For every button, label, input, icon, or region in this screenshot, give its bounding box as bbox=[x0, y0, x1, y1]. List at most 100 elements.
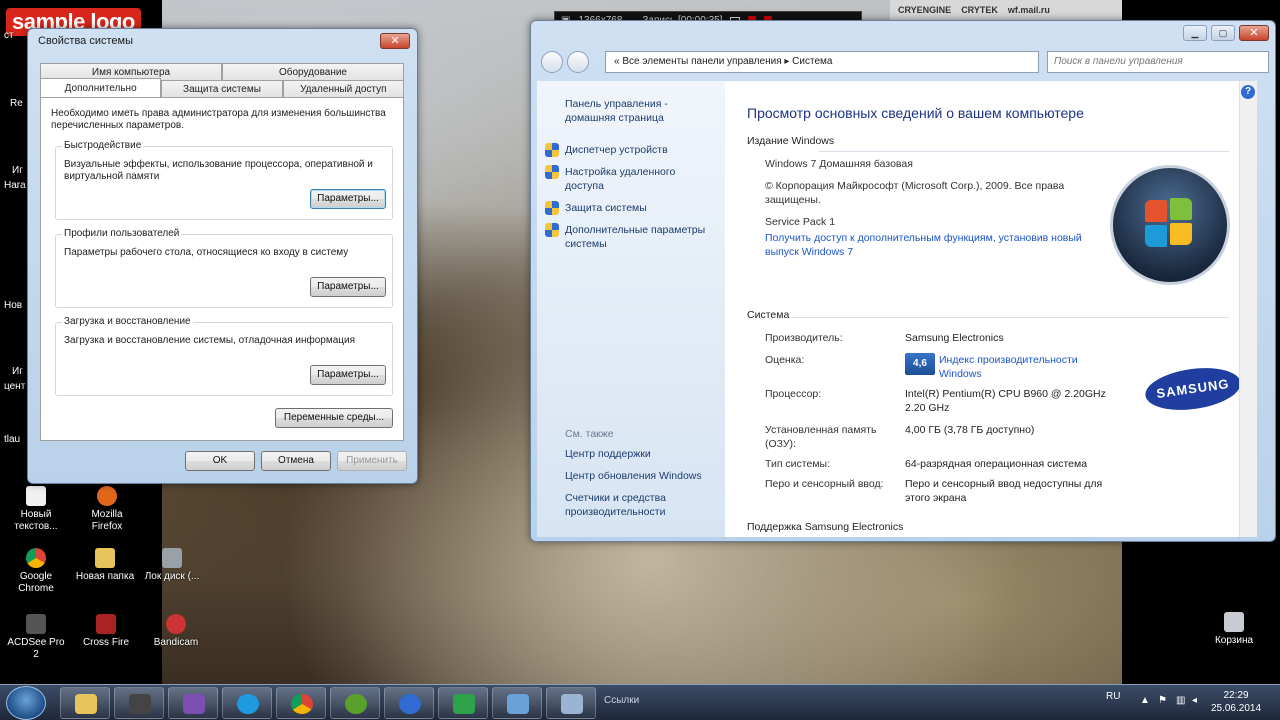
user-profiles-group: Профили пользователей Параметры рабочего… bbox=[55, 228, 393, 308]
desktop-icon-label: Лок диск (... bbox=[144, 571, 200, 582]
desktop-icon-label: Корзина bbox=[1214, 635, 1254, 646]
links-toolbar[interactable]: Ссылки bbox=[604, 695, 639, 706]
address-bar[interactable]: « Все элементы панели управления ▸ Систе… bbox=[605, 51, 1039, 73]
upgrade-link[interactable]: Получить доступ к дополнительным функция… bbox=[765, 231, 1085, 259]
back-button[interactable] bbox=[541, 51, 563, 73]
cancel-button[interactable]: Отмена bbox=[261, 451, 331, 471]
system-info-content: Просмотр основных сведений о вашем компь… bbox=[725, 81, 1257, 537]
logo-flag-red bbox=[1145, 200, 1167, 222]
help-icon[interactable]: ? bbox=[1241, 85, 1255, 99]
tab-system-protection[interactable]: Защита системы bbox=[161, 80, 283, 97]
taskbar-app[interactable] bbox=[330, 687, 380, 719]
chrome-icon bbox=[291, 694, 313, 714]
taskbar-app[interactable] bbox=[114, 687, 164, 719]
desktop-icon-label: Mozilla Firefox bbox=[91, 509, 123, 532]
tab-remote[interactable]: Удаленный доступ bbox=[282, 80, 404, 97]
performance-settings-button[interactable]: Параметры... bbox=[310, 189, 386, 209]
action-center-link[interactable]: Центр поддержки bbox=[565, 447, 725, 461]
desktop-icon-label: Bandicam bbox=[153, 637, 199, 648]
clock-date: 25.06.2014 bbox=[1210, 703, 1262, 714]
adobe-icon bbox=[453, 694, 475, 714]
close-icon[interactable]: ✕ bbox=[380, 33, 410, 49]
taskbar-app[interactable] bbox=[222, 687, 272, 719]
ram-value: 4,00 ГБ (3,78 ГБ доступно) bbox=[905, 424, 1035, 436]
taskbar-app[interactable] bbox=[276, 687, 326, 719]
desktop-text: цент bbox=[4, 381, 26, 392]
desktop-text: Иг bbox=[12, 366, 23, 377]
ok-button[interactable]: OK bbox=[185, 451, 255, 471]
firefox-icon bbox=[97, 486, 117, 506]
environment-variables-button[interactable]: Переменные среды... bbox=[275, 408, 393, 428]
desktop-icon-crossfire[interactable]: Cross Fire bbox=[74, 614, 138, 649]
left-task-pane: Панель управления - домашняя страница Ди… bbox=[537, 81, 725, 537]
performance-tools-link[interactable]: Счетчики и средства производительности bbox=[565, 491, 695, 519]
taskbar-app[interactable] bbox=[168, 687, 218, 719]
tab-hardware[interactable]: Оборудование bbox=[222, 63, 404, 80]
cryengine-text: CRYENGINE bbox=[898, 5, 952, 15]
user-profiles-settings-button[interactable]: Параметры... bbox=[310, 277, 386, 297]
tab-advanced[interactable]: Дополнительно bbox=[40, 78, 162, 97]
performance-score-badge[interactable]: 4,6 bbox=[905, 353, 935, 375]
desktop-icon-chrome[interactable]: Google Chrome bbox=[4, 548, 68, 595]
startup-recovery-settings-button[interactable]: Параметры... bbox=[310, 365, 386, 385]
maximize-icon[interactable]: ▢ bbox=[1211, 25, 1235, 41]
logo-flag-blue bbox=[1145, 225, 1167, 247]
crossfire-icon bbox=[96, 614, 116, 634]
minimize-icon[interactable]: ▁ bbox=[1183, 25, 1207, 41]
windows-logo bbox=[1110, 165, 1230, 285]
device-manager-link[interactable]: Диспетчер устройств bbox=[565, 143, 725, 157]
support-section-title: Поддержка Samsung Electronics bbox=[747, 521, 904, 533]
taskbar-app[interactable] bbox=[384, 687, 434, 719]
dialog-title: Свойства системы bbox=[38, 35, 134, 47]
desktop-icon-recycle-bin[interactable]: Корзина bbox=[1202, 612, 1266, 647]
samsung-logo: SAMSUNG bbox=[1142, 362, 1244, 416]
desktop-icon-acdsee[interactable]: ACDSee Pro 2 bbox=[4, 614, 68, 661]
page-title: Просмотр основных сведений о вашем компь… bbox=[747, 105, 1084, 121]
advanced-settings-link[interactable]: Дополнительные параметры системы bbox=[565, 223, 725, 251]
shield-icon bbox=[545, 223, 559, 237]
system-protection-link[interactable]: Защита системы bbox=[565, 201, 725, 215]
taskbar-app[interactable] bbox=[438, 687, 488, 719]
tabs-bottom-row: Дополнительно Защита системы Удаленный д… bbox=[40, 78, 404, 97]
control-panel-home-link[interactable]: Панель управления - домашняя страница bbox=[565, 97, 695, 125]
forward-button[interactable] bbox=[567, 51, 589, 73]
desktop-text: Иг bbox=[12, 165, 23, 176]
taskbar-app[interactable] bbox=[492, 687, 542, 719]
search-input[interactable]: Поиск в панели управления bbox=[1047, 51, 1269, 73]
crytek-text: CRYTEK bbox=[961, 5, 998, 15]
tray-arrow-icon[interactable]: ▲ bbox=[1140, 695, 1150, 706]
desktop-text: tlau bbox=[4, 434, 21, 445]
start-button[interactable] bbox=[6, 686, 46, 720]
manufacturer-label: Производитель: bbox=[765, 332, 843, 344]
volume-icon[interactable]: ◂ bbox=[1192, 695, 1197, 706]
vertical-scrollbar[interactable] bbox=[1239, 81, 1257, 537]
desktop-icon-local-disk[interactable]: Лок диск (... bbox=[140, 548, 204, 583]
desktop-icon-label: ACDSee Pro 2 bbox=[7, 637, 65, 660]
copyright-text: © Корпорация Майкрософт (Microsoft Corp.… bbox=[765, 180, 1065, 206]
performance-index-link[interactable]: Индекс производительности Windows bbox=[939, 353, 1109, 381]
windows-edition: Windows 7 Домашняя базовая bbox=[765, 158, 913, 170]
desktop-icon-firefox[interactable]: Mozilla Firefox bbox=[75, 486, 139, 533]
logo-flag-green bbox=[1170, 198, 1192, 220]
language-indicator[interactable]: RU bbox=[1106, 691, 1120, 702]
desktop-icon-bandicam[interactable]: Bandicam bbox=[144, 614, 208, 649]
close-icon[interactable]: ✕ bbox=[1239, 25, 1269, 41]
processor-label: Процессор: bbox=[765, 388, 822, 400]
apply-button[interactable]: Применить bbox=[337, 451, 407, 471]
desktop-text: Hara bbox=[4, 180, 26, 191]
shield-icon bbox=[545, 143, 559, 157]
remote-settings-link[interactable]: Настройка удаленного доступа bbox=[565, 165, 705, 193]
windows-update-link[interactable]: Центр обновления Windows bbox=[565, 469, 725, 483]
system-properties-dialog: Свойства системы ✕ Имя компьютера Оборуд… bbox=[27, 28, 418, 484]
clock[interactable]: 22:29 25.06.2014 bbox=[1206, 689, 1266, 715]
desktop-icon-new-folder[interactable]: Новая папка bbox=[73, 548, 137, 583]
shield-icon bbox=[545, 165, 559, 179]
taskbar-app[interactable] bbox=[546, 687, 596, 719]
flag-icon[interactable]: ⚑ bbox=[1158, 695, 1167, 706]
desktop-icon-label: Новый текстов... bbox=[14, 509, 58, 532]
desktop-icon-new-text[interactable]: Новый текстов... bbox=[4, 486, 68, 533]
taskbar-app[interactable] bbox=[60, 687, 110, 719]
desktop-text: ст bbox=[4, 30, 14, 41]
network-icon[interactable]: ▥ bbox=[1176, 695, 1185, 706]
service-pack: Service Pack 1 bbox=[765, 216, 836, 228]
